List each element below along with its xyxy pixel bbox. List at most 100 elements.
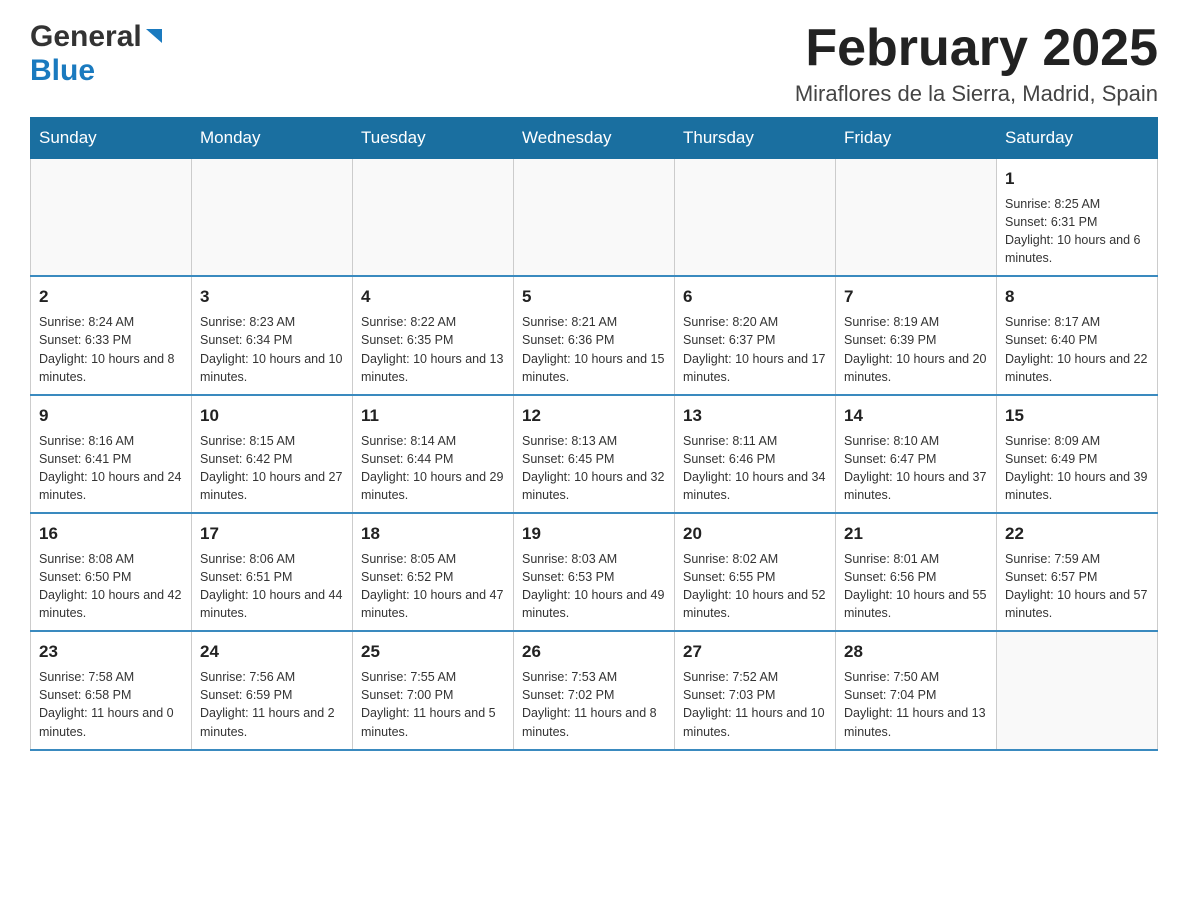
day-info: Sunrise: 8:22 AMSunset: 6:35 PMDaylight:… bbox=[361, 313, 505, 386]
day-info: Sunrise: 8:10 AMSunset: 6:47 PMDaylight:… bbox=[844, 432, 988, 505]
day-info: Sunrise: 8:09 AMSunset: 6:49 PMDaylight:… bbox=[1005, 432, 1149, 505]
calendar-cell: 18 Sunrise: 8:05 AMSunset: 6:52 PMDayligh… bbox=[353, 513, 514, 631]
day-info: Sunrise: 8:13 AMSunset: 6:45 PMDaylight:… bbox=[522, 432, 666, 505]
day-info: Sunrise: 8:08 AMSunset: 6:50 PMDaylight:… bbox=[39, 550, 183, 623]
calendar-cell: 23 Sunrise: 7:58 AMSunset: 6:58 PMDayligh… bbox=[31, 631, 192, 749]
title-section: February 2025 Miraflores de la Sierra, M… bbox=[795, 20, 1158, 107]
calendar-cell: 7 Sunrise: 8:19 AMSunset: 6:39 PMDaylight… bbox=[836, 276, 997, 394]
page-header: General Blue February 2025 Miraflores de… bbox=[30, 20, 1158, 107]
calendar-week-1: 1Sunrise: 8:25 AMSunset: 6:31 PMDaylight… bbox=[31, 159, 1158, 277]
day-number: 4 bbox=[361, 285, 505, 309]
day-number: 25 bbox=[361, 640, 505, 664]
calendar-cell: 2Sunrise: 8:24 AMSunset: 6:33 PMDaylight… bbox=[31, 276, 192, 394]
logo-blue: Blue bbox=[30, 54, 95, 87]
day-number: 28 bbox=[844, 640, 988, 664]
day-number: 16 bbox=[39, 522, 183, 546]
calendar-cell bbox=[31, 159, 192, 277]
day-number: 5 bbox=[522, 285, 666, 309]
day-info: Sunrise: 8:17 AMSunset: 6:40 PMDaylight:… bbox=[1005, 313, 1149, 386]
calendar-cell: 6 Sunrise: 8:20 AMSunset: 6:37 PMDaylight… bbox=[675, 276, 836, 394]
calendar-cell: 10 Sunrise: 8:15 AMSunset: 6:42 PMDayligh… bbox=[192, 395, 353, 513]
day-info: Sunrise: 8:02 AMSunset: 6:55 PMDaylight:… bbox=[683, 550, 827, 623]
day-info: Sunrise: 7:58 AMSunset: 6:58 PMDaylight:… bbox=[39, 668, 183, 741]
logo: General Blue bbox=[30, 20, 164, 88]
day-info: Sunrise: 7:55 AMSunset: 7:00 PMDaylight:… bbox=[361, 668, 505, 741]
day-number: 6 bbox=[683, 285, 827, 309]
day-number: 19 bbox=[522, 522, 666, 546]
header-sunday: Sunday bbox=[31, 118, 192, 159]
calendar-cell: 22Sunrise: 7:59 AMSunset: 6:57 PMDayligh… bbox=[997, 513, 1158, 631]
day-info: Sunrise: 7:59 AMSunset: 6:57 PMDaylight:… bbox=[1005, 550, 1149, 623]
calendar-cell: 13 Sunrise: 8:11 AMSunset: 6:46 PMDayligh… bbox=[675, 395, 836, 513]
calendar-cell: 25 Sunrise: 7:55 AMSunset: 7:00 PMDayligh… bbox=[353, 631, 514, 749]
calendar-week-4: 16 Sunrise: 8:08 AMSunset: 6:50 PMDayligh… bbox=[31, 513, 1158, 631]
day-number: 9 bbox=[39, 404, 183, 428]
day-number: 3 bbox=[200, 285, 344, 309]
calendar-cell: 28 Sunrise: 7:50 AMSunset: 7:04 PMDayligh… bbox=[836, 631, 997, 749]
day-info: Sunrise: 8:20 AMSunset: 6:37 PMDaylight:… bbox=[683, 313, 827, 386]
day-number: 23 bbox=[39, 640, 183, 664]
day-number: 8 bbox=[1005, 285, 1149, 309]
calendar-cell: 15 Sunrise: 8:09 AMSunset: 6:49 PMDayligh… bbox=[997, 395, 1158, 513]
day-info: Sunrise: 8:14 AMSunset: 6:44 PMDaylight:… bbox=[361, 432, 505, 505]
day-number: 11 bbox=[361, 404, 505, 428]
header-monday: Monday bbox=[192, 118, 353, 159]
calendar-cell: 21 Sunrise: 8:01 AMSunset: 6:56 PMDayligh… bbox=[836, 513, 997, 631]
day-info: Sunrise: 8:05 AMSunset: 6:52 PMDaylight:… bbox=[361, 550, 505, 623]
calendar-cell bbox=[514, 159, 675, 277]
calendar-cell: 20 Sunrise: 8:02 AMSunset: 6:55 PMDayligh… bbox=[675, 513, 836, 631]
day-number: 1 bbox=[1005, 167, 1149, 191]
day-info: Sunrise: 8:01 AMSunset: 6:56 PMDaylight:… bbox=[844, 550, 988, 623]
header-saturday: Saturday bbox=[997, 118, 1158, 159]
calendar-cell: 14 Sunrise: 8:10 AMSunset: 6:47 PMDayligh… bbox=[836, 395, 997, 513]
calendar-cell: 9 Sunrise: 8:16 AMSunset: 6:41 PMDaylight… bbox=[31, 395, 192, 513]
calendar-cell bbox=[353, 159, 514, 277]
calendar-cell: 26 Sunrise: 7:53 AMSunset: 7:02 PMDayligh… bbox=[514, 631, 675, 749]
day-info: Sunrise: 8:11 AMSunset: 6:46 PMDaylight:… bbox=[683, 432, 827, 505]
day-info: Sunrise: 7:52 AMSunset: 7:03 PMDaylight:… bbox=[683, 668, 827, 741]
day-number: 24 bbox=[200, 640, 344, 664]
day-number: 21 bbox=[844, 522, 988, 546]
day-number: 15 bbox=[1005, 404, 1149, 428]
header-wednesday: Wednesday bbox=[514, 118, 675, 159]
day-number: 12 bbox=[522, 404, 666, 428]
calendar-cell: 4 Sunrise: 8:22 AMSunset: 6:35 PMDaylight… bbox=[353, 276, 514, 394]
day-number: 17 bbox=[200, 522, 344, 546]
month-title: February 2025 bbox=[795, 20, 1158, 77]
day-info: Sunrise: 8:16 AMSunset: 6:41 PMDaylight:… bbox=[39, 432, 183, 505]
calendar-cell: 24 Sunrise: 7:56 AMSunset: 6:59 PMDayligh… bbox=[192, 631, 353, 749]
calendar-cell: 17 Sunrise: 8:06 AMSunset: 6:51 PMDayligh… bbox=[192, 513, 353, 631]
calendar-cell bbox=[997, 631, 1158, 749]
day-info: Sunrise: 8:19 AMSunset: 6:39 PMDaylight:… bbox=[844, 313, 988, 386]
calendar-cell: 1Sunrise: 8:25 AMSunset: 6:31 PMDaylight… bbox=[997, 159, 1158, 277]
day-number: 10 bbox=[200, 404, 344, 428]
day-number: 26 bbox=[522, 640, 666, 664]
day-number: 20 bbox=[683, 522, 827, 546]
header-thursday: Thursday bbox=[675, 118, 836, 159]
day-number: 14 bbox=[844, 404, 988, 428]
day-info: Sunrise: 8:23 AMSunset: 6:34 PMDaylight:… bbox=[200, 313, 344, 386]
day-number: 18 bbox=[361, 522, 505, 546]
header-friday: Friday bbox=[836, 118, 997, 159]
calendar-cell: 11 Sunrise: 8:14 AMSunset: 6:44 PMDayligh… bbox=[353, 395, 514, 513]
calendar-header-row: SundayMondayTuesdayWednesdayThursdayFrid… bbox=[31, 118, 1158, 159]
day-number: 13 bbox=[683, 404, 827, 428]
calendar-cell: 12 Sunrise: 8:13 AMSunset: 6:45 PMDayligh… bbox=[514, 395, 675, 513]
calendar-cell bbox=[675, 159, 836, 277]
day-info: Sunrise: 8:15 AMSunset: 6:42 PMDaylight:… bbox=[200, 432, 344, 505]
calendar-table: SundayMondayTuesdayWednesdayThursdayFrid… bbox=[30, 117, 1158, 750]
day-info: Sunrise: 7:50 AMSunset: 7:04 PMDaylight:… bbox=[844, 668, 988, 741]
day-info: Sunrise: 8:06 AMSunset: 6:51 PMDaylight:… bbox=[200, 550, 344, 623]
calendar-cell: 5Sunrise: 8:21 AMSunset: 6:36 PMDaylight… bbox=[514, 276, 675, 394]
day-info: Sunrise: 8:24 AMSunset: 6:33 PMDaylight:… bbox=[39, 313, 183, 386]
calendar-cell: 8 Sunrise: 8:17 AMSunset: 6:40 PMDaylight… bbox=[997, 276, 1158, 394]
calendar-cell bbox=[836, 159, 997, 277]
day-number: 7 bbox=[844, 285, 988, 309]
calendar-cell: 3 Sunrise: 8:23 AMSunset: 6:34 PMDaylight… bbox=[192, 276, 353, 394]
calendar-cell: 27 Sunrise: 7:52 AMSunset: 7:03 PMDayligh… bbox=[675, 631, 836, 749]
calendar-cell bbox=[192, 159, 353, 277]
calendar-cell: 19Sunrise: 8:03 AMSunset: 6:53 PMDayligh… bbox=[514, 513, 675, 631]
day-info: Sunrise: 7:53 AMSunset: 7:02 PMDaylight:… bbox=[522, 668, 666, 741]
day-number: 27 bbox=[683, 640, 827, 664]
day-info: Sunrise: 7:56 AMSunset: 6:59 PMDaylight:… bbox=[200, 668, 344, 741]
